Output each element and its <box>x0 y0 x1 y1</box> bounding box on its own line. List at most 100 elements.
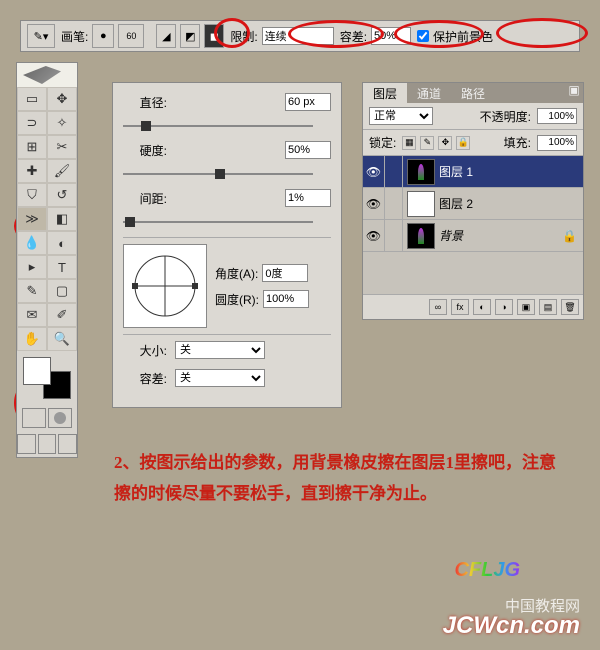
trash-icon[interactable]: 🗑 <box>561 299 579 315</box>
zoom-tool[interactable]: 🔍 <box>47 327 77 351</box>
fx-icon[interactable]: fx <box>451 299 469 315</box>
slice-tool[interactable]: ✂ <box>47 135 77 159</box>
lock-trans-icon[interactable]: ▦ <box>402 136 416 150</box>
layer-thumb <box>407 159 435 185</box>
options-bar: ✎▾ 画笔: ● 60 ◢ ◩ ◼ 限制: 容差: 保护前景色 <box>20 20 580 52</box>
lock-icon: 🔒 <box>562 229 577 243</box>
quickmask-on[interactable] <box>48 408 72 428</box>
sampling-cont-icon[interactable]: ◢ <box>156 24 176 48</box>
wand-tool[interactable]: ✧ <box>47 111 77 135</box>
quickmask-off[interactable] <box>22 408 46 428</box>
gradient-tool[interactable]: ◧ <box>47 207 77 231</box>
diameter-input[interactable] <box>285 93 331 111</box>
protect-fg-checkbox[interactable] <box>417 30 429 42</box>
size-dyn-select[interactable]: 关 <box>175 341 265 359</box>
adj-layer-icon[interactable]: ◑ <box>495 299 513 315</box>
mask-icon[interactable]: ◐ <box>473 299 491 315</box>
link-cell[interactable] <box>385 188 403 219</box>
limit-label: 限制: <box>230 28 257 45</box>
roundness-label: 圆度(R): <box>215 291 259 308</box>
opacity-label: 不透明度: <box>480 108 531 125</box>
lasso-tool[interactable]: ⊃ <box>17 111 47 135</box>
move-tool[interactable]: ✥ <box>47 87 77 111</box>
panel-menu-icon[interactable]: ▣ <box>565 83 583 103</box>
tab-paths[interactable]: 路径 <box>451 83 495 103</box>
lock-paint-icon[interactable]: ✎ <box>420 136 434 150</box>
logo-text: CFLJG <box>454 559 520 582</box>
fill-input[interactable] <box>537 135 577 151</box>
pen-tool[interactable]: ✎ <box>17 279 47 303</box>
heal-tool[interactable]: ✚ <box>17 159 47 183</box>
tab-layers[interactable]: 图层 <box>363 83 407 103</box>
layer-row[interactable]: 👁 图层 2 <box>363 188 583 220</box>
layer-row[interactable]: 👁 图层 1 <box>363 156 583 188</box>
crop-tool[interactable]: ⊞ <box>17 135 47 159</box>
layer-name: 图层 1 <box>439 163 473 180</box>
shape-tool[interactable]: ▢ <box>47 279 77 303</box>
visibility-icon[interactable]: 👁 <box>363 220 385 251</box>
tolerance-input[interactable] <box>371 27 411 45</box>
layer-thumb <box>407 191 435 217</box>
layer-row[interactable]: 👁 背景 🔒 <box>363 220 583 252</box>
instruction-text: 2、按图示给出的参数，用背景橡皮擦在图层1里擦吧，注意擦的时候尽量不要松手，直到… <box>114 448 560 509</box>
link-layers-icon[interactable]: ∞ <box>429 299 447 315</box>
hardness-label: 硬度: <box>123 142 167 159</box>
angle-input[interactable] <box>262 264 308 282</box>
spacing-label: 间距: <box>123 190 167 207</box>
path-select-tool[interactable]: ▸ <box>17 255 47 279</box>
brush-tool[interactable]: 🖌 <box>47 159 77 183</box>
layers-panel: 图层 通道 路径 ▣ 正常 不透明度: 锁定: ▦ ✎ ✥ 🔒 填充: 👁 图层… <box>362 82 584 320</box>
marquee-tool[interactable]: ▭ <box>17 87 47 111</box>
type-tool[interactable]: T <box>47 255 77 279</box>
spacing-slider[interactable] <box>123 217 313 227</box>
bg-eraser-tool[interactable]: ≫ <box>17 207 47 231</box>
protect-fg-label: 保护前景色 <box>433 28 493 45</box>
visibility-icon[interactable]: 👁 <box>363 156 385 187</box>
visibility-icon[interactable]: 👁 <box>363 188 385 219</box>
tolerance-label: 容差: <box>340 28 367 45</box>
watermark-url: JCWcn.com <box>443 612 580 640</box>
dodge-tool[interactable]: ◐ <box>47 231 77 255</box>
stamp-tool[interactable]: ⛉ <box>17 183 47 207</box>
roundness-input[interactable] <box>263 290 309 308</box>
history-brush-tool[interactable]: ↺ <box>47 183 77 207</box>
sampling-swatch-icon[interactable]: ◼ <box>204 24 224 48</box>
sampling-once-icon[interactable]: ◩ <box>180 24 200 48</box>
screen-std[interactable] <box>17 434 36 454</box>
hand-tool[interactable]: ✋ <box>17 327 47 351</box>
blend-mode-select[interactable]: 正常 <box>369 107 433 125</box>
layer-thumb <box>407 223 435 249</box>
new-layer-icon[interactable]: ▤ <box>539 299 557 315</box>
brush-label: 画笔: <box>61 28 88 45</box>
notes-tool[interactable]: ✉ <box>17 303 47 327</box>
tab-channels[interactable]: 通道 <box>407 83 451 103</box>
folder-icon[interactable]: ▣ <box>517 299 535 315</box>
color-swatch[interactable] <box>17 355 77 401</box>
lock-move-icon[interactable]: ✥ <box>438 136 452 150</box>
fill-label: 填充: <box>504 134 531 151</box>
fg-color[interactable] <box>23 357 51 385</box>
brush-settings-panel: 直径: 硬度: 间距: 角度(A): 圆度(R): 大小: 关 容差: 关 <box>112 82 342 408</box>
limit-select[interactable] <box>262 27 334 45</box>
size-dyn-label: 大小: <box>123 342 167 359</box>
screen-full-menu[interactable] <box>38 434 57 454</box>
lock-all-icon[interactable]: 🔒 <box>456 136 470 150</box>
brush-preview[interactable]: ● <box>92 24 114 48</box>
hardness-slider[interactable] <box>123 169 313 179</box>
tol-dyn-select[interactable]: 关 <box>175 369 265 387</box>
screen-full[interactable] <box>58 434 77 454</box>
blur-tool[interactable]: 💧 <box>17 231 47 255</box>
link-cell[interactable] <box>385 156 403 187</box>
hardness-input[interactable] <box>285 141 331 159</box>
angle-control[interactable] <box>123 244 207 328</box>
tool-preset-button[interactable]: ✎▾ <box>27 24 55 48</box>
eyedropper-tool[interactable]: ✐ <box>47 303 77 327</box>
link-cell[interactable] <box>385 220 403 251</box>
diameter-slider[interactable] <box>123 121 313 131</box>
brush-size-button[interactable]: 60 <box>118 24 144 48</box>
lock-label: 锁定: <box>369 134 396 151</box>
spacing-input[interactable] <box>285 189 331 207</box>
feather-icon <box>23 66 61 84</box>
angle-label: 角度(A): <box>215 265 258 282</box>
opacity-input[interactable] <box>537 108 577 124</box>
